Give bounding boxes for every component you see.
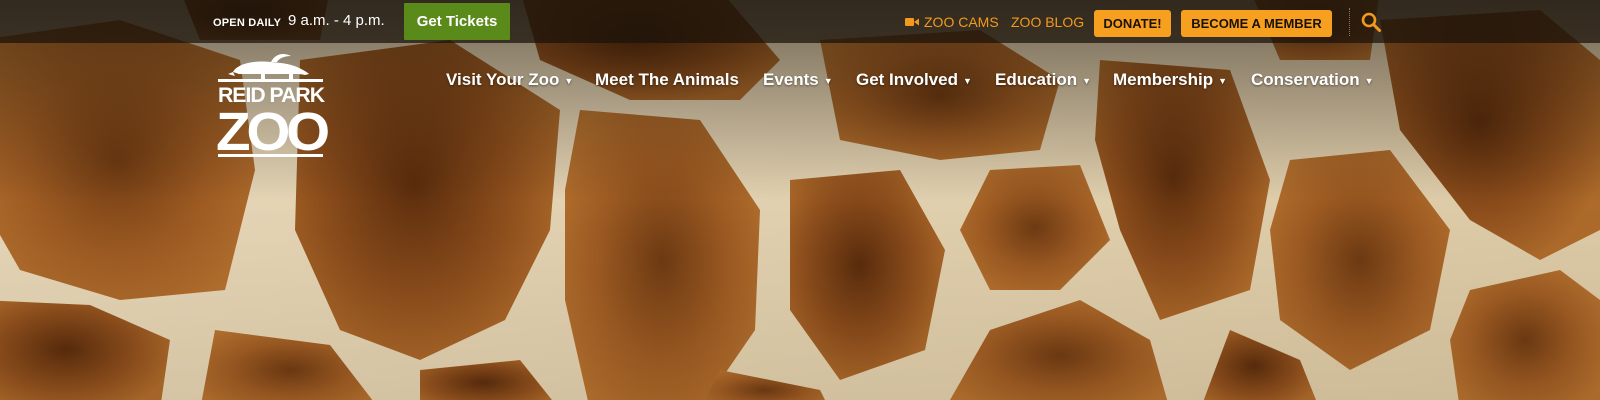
- nav-events[interactable]: Events ▼: [763, 70, 833, 90]
- nav-label: Education: [995, 70, 1078, 89]
- reid-park-zoo-logo[interactable]: REID PARK ZOO: [213, 50, 328, 165]
- zoo-blog-label: ZOO BLOG: [1011, 14, 1085, 30]
- chevron-down-icon: ▼: [564, 76, 574, 86]
- chevron-down-icon: ▼: [823, 76, 833, 86]
- get-tickets-button[interactable]: Get Tickets: [404, 3, 510, 40]
- nav-label: Meet The Animals: [595, 70, 739, 89]
- chevron-down-icon: ▼: [963, 76, 972, 86]
- search-icon[interactable]: [1361, 12, 1381, 32]
- nav-get-involved[interactable]: Get Involved ▼: [856, 70, 972, 90]
- nav-label: Conservation: [1251, 70, 1360, 89]
- hours-label: OPEN DAILY: [213, 17, 282, 29]
- chevron-down-icon: ▼: [1082, 76, 1092, 86]
- top-utility-bar: OPEN DAILY 9 a.m. - 4 p.m. Get Tickets Z…: [0, 0, 1600, 43]
- search-divider: [1349, 8, 1350, 36]
- chevron-down-icon: ▼: [1364, 76, 1374, 86]
- nav-conservation[interactable]: Conservation ▼: [1251, 70, 1374, 90]
- become-member-button[interactable]: BECOME A MEMBER: [1181, 10, 1332, 37]
- nav-label: Visit Your Zoo: [446, 70, 560, 89]
- zoo-cams-link[interactable]: ZOO CAMS: [905, 14, 999, 30]
- logo-line2: ZOO: [216, 102, 328, 162]
- main-navigation: Visit Your Zoo ▼ Meet The Animals Events ▼…: [0, 70, 1600, 94]
- donate-button[interactable]: DONATE!: [1094, 10, 1171, 37]
- zoo-cams-label: ZOO CAMS: [924, 14, 999, 30]
- nav-education[interactable]: Education ▼: [995, 70, 1091, 90]
- chevron-down-icon: ▼: [1218, 76, 1228, 86]
- video-camera-icon: [905, 18, 919, 26]
- nav-membership[interactable]: Membership ▼: [1113, 70, 1227, 90]
- nav-visit-your-zoo[interactable]: Visit Your Zoo ▼: [446, 70, 573, 90]
- nav-label: Events: [763, 70, 819, 89]
- nav-meet-the-animals[interactable]: Meet The Animals: [595, 70, 739, 90]
- nav-label: Membership: [1113, 70, 1214, 89]
- zoo-blog-link[interactable]: ZOO BLOG: [1011, 14, 1084, 30]
- nav-label: Get Involved: [856, 70, 959, 89]
- hours-value: 9 a.m. - 4 p.m.: [288, 12, 385, 29]
